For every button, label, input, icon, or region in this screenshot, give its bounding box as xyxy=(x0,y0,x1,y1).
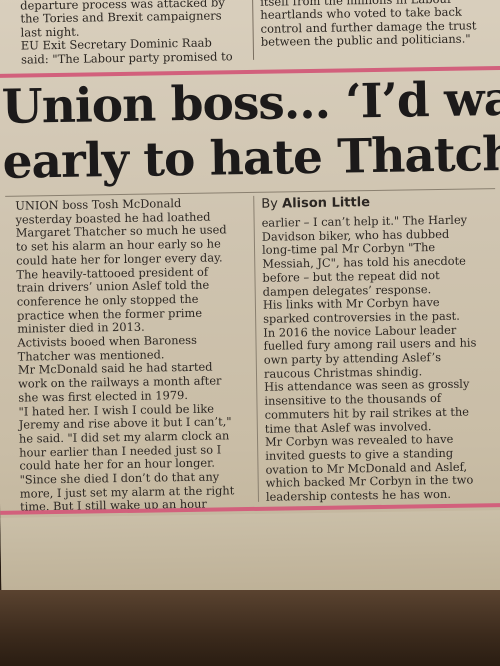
previous-article-right-column: the referendum result, it will distancei… xyxy=(260,0,493,49)
page-lower-margin xyxy=(0,509,500,602)
article-text-line: leadership contests he has won. xyxy=(265,486,452,504)
previous-article-left-column: second referendum and delaying thedepart… xyxy=(20,0,249,67)
byline-author: Alison Little xyxy=(281,195,371,212)
article-right-body: earlier – I can’t help it." The Harley Da… xyxy=(262,213,500,504)
photo-scene: second referendum and delaying thedepart… xyxy=(0,0,500,666)
article-left-column: UNION boss Tosh McDonald yesterday boaste… xyxy=(15,196,252,515)
column-divider xyxy=(253,195,260,502)
article-right-column: By Alison Little earlier – I can’t help … xyxy=(261,192,500,504)
headline-line-1: Union boss... ‘I’d wake xyxy=(1,70,500,135)
headline-line-2: early to hate Thatcher’ xyxy=(2,125,500,190)
newspaper-page: second referendum and delaying thedepart… xyxy=(0,0,500,602)
headline: Union boss... ‘I’d wake early to hate Th… xyxy=(1,70,500,190)
column-divider xyxy=(251,0,255,60)
byline-prefix: By xyxy=(261,196,279,212)
byline: By Alison Little xyxy=(261,192,497,214)
table-surface xyxy=(0,590,500,666)
previous-article-text-line: said: "The Labour party promised to xyxy=(20,48,233,67)
previous-article-tail: second referendum and delaying thedepart… xyxy=(0,0,500,72)
previous-article-text-line: between the public and politicians." xyxy=(260,31,471,49)
